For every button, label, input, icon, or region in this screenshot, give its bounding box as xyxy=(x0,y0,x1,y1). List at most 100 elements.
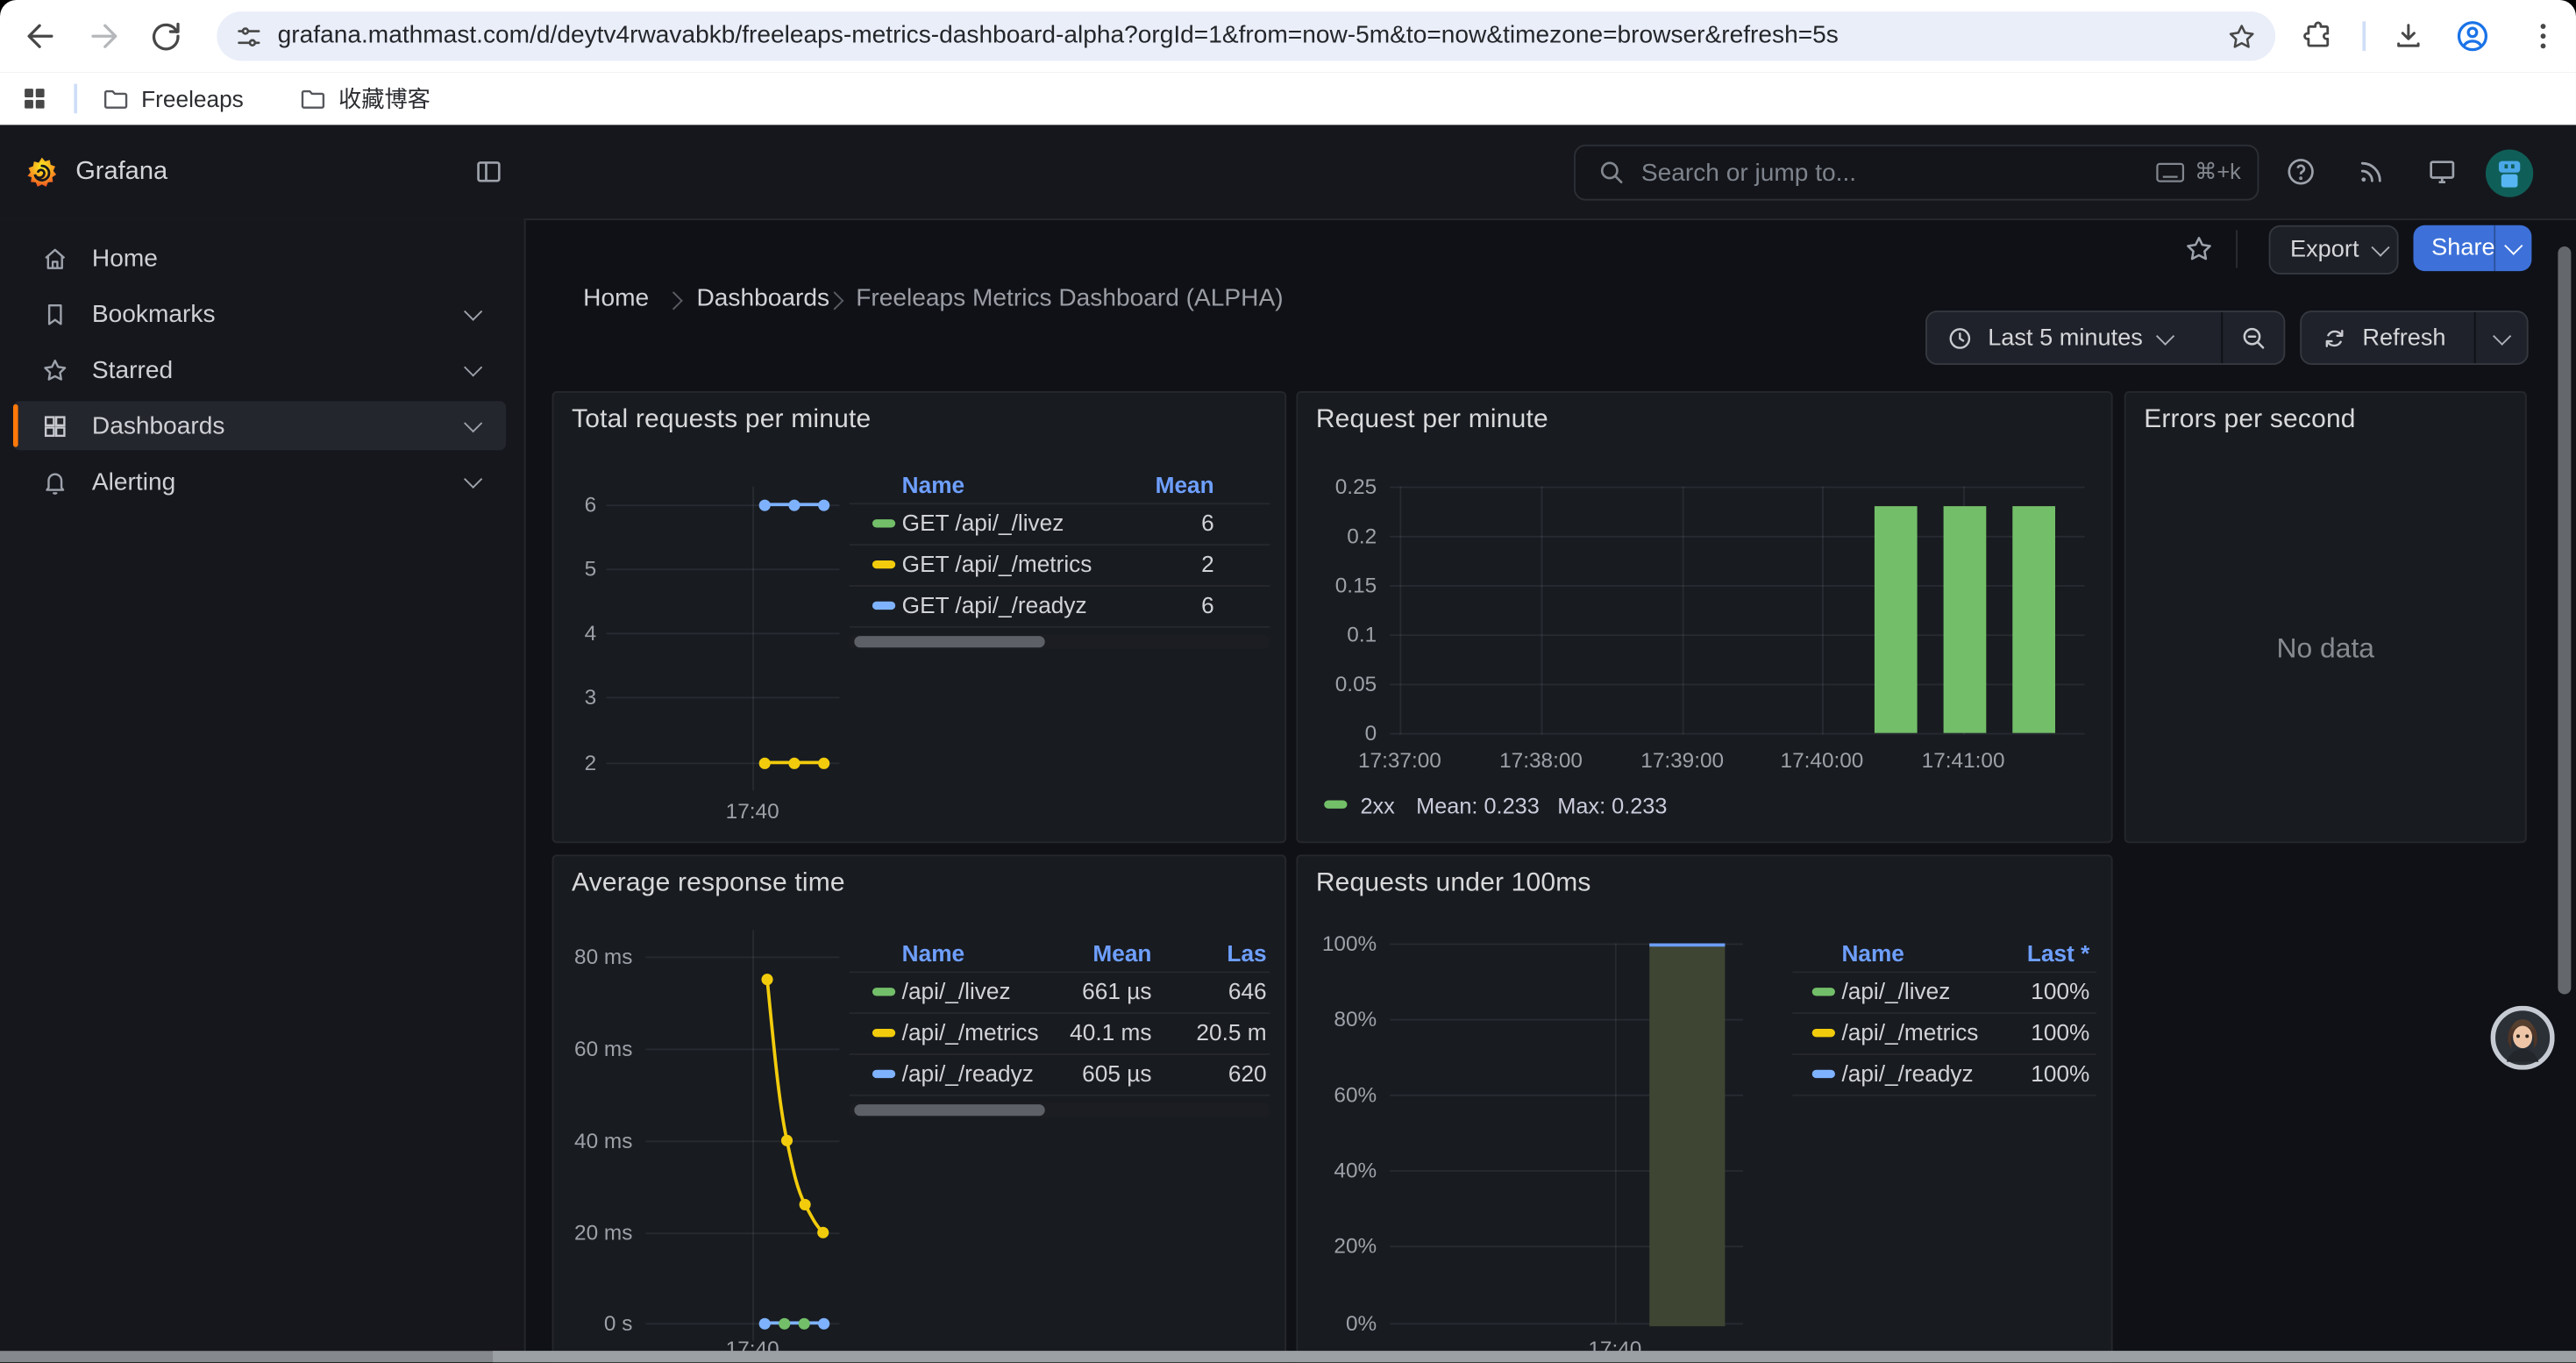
legend-series[interactable]: 2xx xyxy=(1360,794,1394,818)
back-icon[interactable] xyxy=(23,18,59,54)
panel-title[interactable]: Errors per second xyxy=(2144,406,2355,436)
vertical-scrollbar[interactable] xyxy=(2558,246,2571,995)
forward-icon[interactable] xyxy=(85,18,121,54)
user-avatar[interactable] xyxy=(2486,150,2533,197)
column-header[interactable]: Mean xyxy=(1156,472,1214,498)
series-color-pill xyxy=(872,560,895,568)
table-row[interactable]: /api/_/metrics 100% xyxy=(1792,1012,2096,1055)
chevron-down-icon[interactable] xyxy=(464,470,482,489)
grafana-logo[interactable] xyxy=(25,156,59,190)
legend-table: Name Mean Las /api/_/livez 661 µs 646 /a… xyxy=(850,935,1270,1124)
bookmark-folder-label: Freeleaps xyxy=(141,85,244,111)
download-icon[interactable] xyxy=(2392,19,2424,52)
refresh-interval-button[interactable] xyxy=(2474,312,2527,363)
share-button[interactable]: Share xyxy=(2413,225,2531,271)
floating-assistant-avatar[interactable] xyxy=(2491,1006,2555,1070)
refresh-button[interactable]: Refresh xyxy=(2300,310,2528,365)
browser-menu-icon[interactable] xyxy=(2525,18,2561,54)
bookmark-folder-blogs[interactable]: 收藏博客 xyxy=(299,77,431,120)
table-scrollbar[interactable] xyxy=(850,1103,1270,1117)
zoom-out-icon xyxy=(2239,324,2267,352)
chevron-down-icon xyxy=(2371,239,2389,257)
toolbar-divider xyxy=(2362,21,2366,51)
series-color-pill xyxy=(1812,1029,1835,1037)
panel-requests-under-100ms: Requests under 100ms 100% 80% 60% 40% 20… xyxy=(1296,854,2112,1362)
sidebar-item-starred[interactable]: Starred xyxy=(13,345,506,394)
folder-icon xyxy=(102,84,130,112)
bookmark-folder-freeleaps[interactable]: Freeleaps xyxy=(102,77,244,120)
panel-title[interactable]: Total requests per minute xyxy=(572,406,871,436)
search-icon xyxy=(1597,158,1625,186)
screen: grafana.mathmast.com/d/deytv4rwavabkb/fr… xyxy=(0,0,2576,1362)
bookmarks-bar: Freeleaps 收藏博客 xyxy=(0,72,2576,126)
favorite-dashboard-star-icon[interactable] xyxy=(2183,233,2215,265)
table-scrollbar[interactable] xyxy=(850,634,1270,649)
column-header[interactable]: Name xyxy=(902,940,964,967)
bookmark-star-icon[interactable] xyxy=(2226,21,2258,53)
series-line-livez-readyz xyxy=(764,1321,822,1324)
legend-mean: Mean: 0.233 xyxy=(1416,794,1540,818)
time-range-picker[interactable]: Last 5 minutes xyxy=(1925,310,2285,365)
column-header[interactable]: Mean xyxy=(1092,940,1151,967)
monitor-icon[interactable] xyxy=(2426,156,2458,188)
x-tick: 17:40 xyxy=(726,799,779,824)
column-header[interactable]: Name xyxy=(1841,940,1904,967)
bell-icon xyxy=(41,467,69,496)
news-rss-icon[interactable] xyxy=(2356,156,2387,188)
column-header[interactable]: Last * xyxy=(2027,940,2089,967)
extensions-icon[interactable] xyxy=(2302,19,2334,52)
zoom-out-button[interactable] xyxy=(2221,312,2283,363)
panel-title[interactable]: Requests under 100ms xyxy=(1316,869,1591,899)
horizontal-scrollbar-thumb[interactable] xyxy=(493,1351,2576,1362)
table-row[interactable]: /api/_/readyz 100% xyxy=(1792,1053,2096,1096)
sidebar-item-dashboards[interactable]: Dashboards xyxy=(13,401,506,450)
sidebar-item-home[interactable]: Home xyxy=(13,233,506,282)
table-row[interactable]: /api/_/readyz 605 µs 620 xyxy=(850,1053,1270,1096)
grafana-header: Grafana Home Dashboards Freeleaps Metric… xyxy=(0,125,2576,220)
bookmark-icon xyxy=(41,300,69,328)
series-color-pill xyxy=(872,988,895,995)
panel-title[interactable]: Average response time xyxy=(572,869,845,899)
chevron-down-icon[interactable] xyxy=(464,358,482,376)
sidebar-item-bookmarks[interactable]: Bookmarks xyxy=(13,289,506,339)
profile-icon[interactable] xyxy=(2454,18,2490,54)
reload-icon[interactable] xyxy=(148,18,184,54)
chevron-down-icon[interactable] xyxy=(464,303,482,321)
column-header[interactable]: Name xyxy=(902,472,964,498)
export-button[interactable]: Export xyxy=(2269,225,2399,275)
star-icon xyxy=(41,356,69,384)
site-settings-icon[interactable] xyxy=(235,23,263,51)
share-menu-button[interactable] xyxy=(2494,225,2531,271)
breadcrumb-home[interactable]: Home xyxy=(583,284,649,312)
clock-icon xyxy=(1946,325,1973,351)
apps-grid-icon[interactable] xyxy=(19,84,49,114)
search-input[interactable] xyxy=(1638,151,2088,194)
horizontal-scrollbar[interactable] xyxy=(0,1351,2576,1362)
legend-table: Name Mean GET /api/_/livez 6 GET /api/_/… xyxy=(850,467,1270,655)
grafana-brand[interactable]: Grafana xyxy=(75,158,167,188)
table-row[interactable]: GET /api/_/readyz 6 xyxy=(850,585,1270,628)
dock-sidebar-icon[interactable] xyxy=(473,156,505,188)
table-row[interactable]: /api/_/livez 100% xyxy=(1792,971,2096,1014)
sidebar-item-alerting[interactable]: Alerting xyxy=(13,457,506,506)
panel-average-response-time: Average response time 80 ms 60 ms 40 ms … xyxy=(552,854,1287,1362)
bar-2xx xyxy=(2012,506,2055,733)
breadcrumb-dashboards[interactable]: Dashboards xyxy=(696,284,829,312)
column-header[interactable]: Las xyxy=(1227,940,1266,967)
table-row[interactable]: GET /api/_/metrics 2 xyxy=(850,544,1270,587)
chevron-down-icon xyxy=(2157,326,2175,345)
search-box[interactable]: ⌘+k xyxy=(1574,145,2259,201)
chevron-down-icon[interactable] xyxy=(464,414,482,432)
panel-title[interactable]: Request per minute xyxy=(1316,406,1548,436)
url-text[interactable]: grafana.mathmast.com/d/deytv4rwavabkb/fr… xyxy=(278,21,2200,49)
help-icon[interactable] xyxy=(2285,156,2316,188)
table-row[interactable]: /api/_/metrics 40.1 ms 20.5 m xyxy=(850,1012,1270,1055)
chevron-down-icon xyxy=(2504,237,2523,255)
refresh-sync-icon xyxy=(2322,325,2348,351)
series-color-pill xyxy=(872,519,895,527)
legend-max: Max: 0.233 xyxy=(1557,794,1667,818)
table-row[interactable]: /api/_/livez 661 µs 646 xyxy=(850,971,1270,1014)
sidebar: Home Bookmarks Starred Dashboards Alerti… xyxy=(0,218,526,1351)
table-row[interactable]: GET /api/_/livez 6 xyxy=(850,503,1270,546)
url-bar[interactable]: grafana.mathmast.com/d/deytv4rwavabkb/fr… xyxy=(217,11,2275,61)
